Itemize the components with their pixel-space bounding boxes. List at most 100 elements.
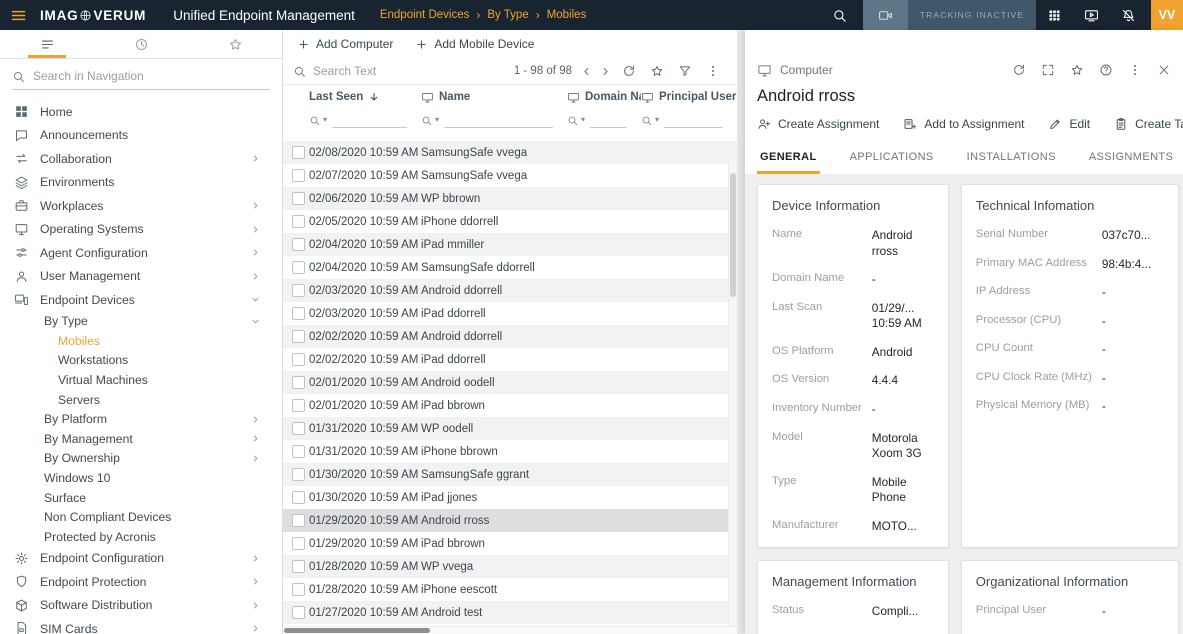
sidebar-item-by-management[interactable]: By Management — [0, 429, 282, 449]
edit-button[interactable]: Edit — [1048, 117, 1090, 131]
row-checkbox[interactable] — [292, 261, 305, 274]
fullscreen-icon[interactable] — [1041, 63, 1055, 77]
sidebar-item-endpoint-configuration[interactable]: Endpoint Configuration — [0, 547, 282, 571]
tab-installations[interactable]: INSTALLATIONS — [964, 151, 1059, 174]
create-task-button[interactable]: Create Task — [1114, 117, 1183, 131]
sidebar-item-windows-10[interactable]: Windows 10 — [0, 468, 282, 488]
more-options-icon[interactable] — [706, 64, 720, 78]
filter-icon[interactable] — [678, 64, 692, 78]
row-checkbox[interactable] — [292, 238, 305, 251]
table-row[interactable]: 01/28/2020 10:59 AMiPhone eescott — [283, 578, 737, 601]
table-row[interactable]: 01/31/2020 10:59 AMWP oodell — [283, 417, 737, 440]
row-checkbox[interactable] — [292, 284, 305, 297]
sidebar-item-endpoint-protection[interactable]: Endpoint Protection — [0, 570, 282, 594]
row-checkbox[interactable] — [292, 399, 305, 412]
table-row[interactable]: 02/04/2020 10:59 AMSamsungSafe ddorrell — [283, 256, 737, 279]
caret-down-icon[interactable]: ▾ — [655, 116, 659, 124]
table-row[interactable]: 01/29/2020 10:59 AMiPad bbrown — [283, 532, 737, 555]
sidebar-item-user-management[interactable]: User Management — [0, 265, 282, 289]
row-checkbox[interactable] — [292, 514, 305, 527]
row-checkbox[interactable] — [292, 376, 305, 389]
tab-general[interactable]: GENERAL — [757, 151, 820, 174]
row-checkbox[interactable] — [292, 422, 305, 435]
sidebar-item-mobiles[interactable]: Mobiles — [0, 331, 282, 351]
row-checkbox[interactable] — [292, 192, 305, 205]
table-row[interactable]: 01/31/2020 10:59 AMiPhone bbrown — [283, 440, 737, 463]
sidebar-item-environments[interactable]: Environments — [0, 171, 282, 195]
sidebar-item-by-ownership[interactable]: By Ownership — [0, 449, 282, 469]
tab-favorites[interactable] — [188, 30, 282, 58]
breadcrumb-item[interactable]: Mobiles — [547, 9, 587, 21]
refresh-icon[interactable] — [622, 64, 636, 78]
table-row[interactable]: 01/28/2020 10:59 AMWP vvega — [283, 555, 737, 578]
add-computer-button[interactable]: Add Computer — [293, 37, 397, 51]
horizontal-scrollbar-thumb[interactable] — [284, 628, 430, 633]
table-row[interactable]: 02/01/2020 10:59 AMiPad bbrown — [283, 394, 737, 417]
vertical-scrollbar[interactable] — [728, 161, 737, 626]
table-row[interactable]: 02/01/2020 10:59 AMAndroid oodell — [283, 371, 737, 394]
create-assignment-button[interactable]: Create Assignment — [757, 117, 879, 131]
breadcrumb-item[interactable]: By Type — [487, 9, 528, 21]
row-checkbox[interactable] — [292, 146, 305, 159]
column-last-seen[interactable]: Last Seen — [309, 91, 421, 103]
add-to-assignment-button[interactable]: Add to Assignment — [903, 117, 1024, 131]
caret-down-icon[interactable]: ▾ — [581, 116, 585, 124]
user-avatar[interactable]: VV — [1151, 0, 1183, 30]
caret-down-icon[interactable]: ▾ — [323, 116, 327, 124]
table-row[interactable]: 01/30/2020 10:59 AMiPad jjones — [283, 486, 737, 509]
table-row[interactable]: 02/02/2020 10:59 AMiPad ddorrell — [283, 348, 737, 371]
sidebar-item-surface[interactable]: Surface — [0, 488, 282, 508]
row-checkbox[interactable] — [292, 606, 305, 619]
sidebar-item-endpoint-devices[interactable]: Endpoint Devices — [0, 288, 282, 312]
vertical-scrollbar-thumb[interactable] — [730, 173, 736, 297]
row-checkbox[interactable] — [292, 468, 305, 481]
table-row[interactable]: 02/07/2020 10:59 AMSamsungSafe vvega — [283, 164, 737, 187]
column-principal-user[interactable]: Principal User — [641, 91, 737, 104]
menu-icon[interactable] — [10, 7, 27, 24]
caret-down-icon[interactable]: ▾ — [435, 116, 439, 124]
sidebar-item-home[interactable]: Home — [0, 100, 282, 124]
sidebar-item-by-platform[interactable]: By Platform — [0, 409, 282, 429]
row-checkbox[interactable] — [292, 215, 305, 228]
filter-last-seen-input[interactable] — [332, 113, 407, 128]
sidebar-item-operating-systems[interactable]: Operating Systems — [0, 218, 282, 242]
row-checkbox[interactable] — [292, 330, 305, 343]
table-row[interactable]: 02/03/2020 10:59 AMAndroid ddorrell — [283, 279, 737, 302]
breadcrumb-item[interactable]: Endpoint Devices — [380, 9, 470, 21]
table-row[interactable]: 01/30/2020 10:59 AMSamsungSafe ggrant — [283, 463, 737, 486]
table-row[interactable]: 02/03/2020 10:59 AMiPad ddorrell — [283, 302, 737, 325]
sidebar-item-servers[interactable]: Servers — [0, 390, 282, 410]
next-page-icon[interactable] — [599, 65, 612, 78]
sidebar-item-collaboration[interactable]: Collaboration — [0, 147, 282, 171]
table-row[interactable]: 02/08/2020 10:59 AMSamsungSafe vvega — [283, 141, 737, 164]
filter-domain-input[interactable] — [590, 113, 627, 128]
sidebar-item-protected-by-acronis[interactable]: Protected by Acronis — [0, 527, 282, 547]
sidebar-item-by-type[interactable]: By Type — [0, 312, 282, 332]
sidebar-item-workplaces[interactable]: Workplaces — [0, 194, 282, 218]
more-options-icon[interactable] — [1128, 63, 1142, 77]
favorite-icon[interactable] — [1070, 63, 1084, 77]
row-checkbox[interactable] — [292, 445, 305, 458]
table-row[interactable]: 01/29/2020 10:59 AMAndroid rross — [283, 509, 737, 532]
table-row[interactable]: 02/02/2020 10:59 AMAndroid ddorrell — [283, 325, 737, 348]
sidebar-item-workstations[interactable]: Workstations — [0, 351, 282, 371]
column-domain-name[interactable]: Domain Na... — [567, 91, 641, 104]
sidebar-item-announcements[interactable]: Announcements — [0, 124, 282, 148]
row-checkbox[interactable] — [292, 169, 305, 182]
tab-assignments[interactable]: ASSIGNMENTS — [1086, 151, 1176, 174]
filter-principal-input[interactable] — [664, 113, 723, 128]
table-row[interactable]: 02/06/2020 10:59 AMWP bbrown — [283, 187, 737, 210]
table-row[interactable]: 01/27/2020 10:59 AMAndroid test — [283, 601, 737, 624]
favorite-icon[interactable] — [650, 64, 664, 78]
sidebar-item-virtual-machines[interactable]: Virtual Machines — [0, 370, 282, 390]
previous-page-icon[interactable] — [580, 65, 593, 78]
row-checkbox[interactable] — [292, 307, 305, 320]
table-row[interactable]: 02/05/2020 10:59 AMiPhone ddorrell — [283, 210, 737, 233]
search-icon[interactable] — [832, 8, 847, 23]
sidebar-item-non-compliant-devices[interactable]: Non Compliant Devices — [0, 507, 282, 527]
filter-name-input[interactable] — [444, 113, 553, 128]
sidebar-item-agent-configuration[interactable]: Agent Configuration — [0, 241, 282, 265]
refresh-icon[interactable] — [1012, 63, 1026, 77]
add-mobile-device-button[interactable]: Add Mobile Device — [411, 37, 538, 51]
notifications-muted-icon[interactable] — [1121, 8, 1136, 23]
